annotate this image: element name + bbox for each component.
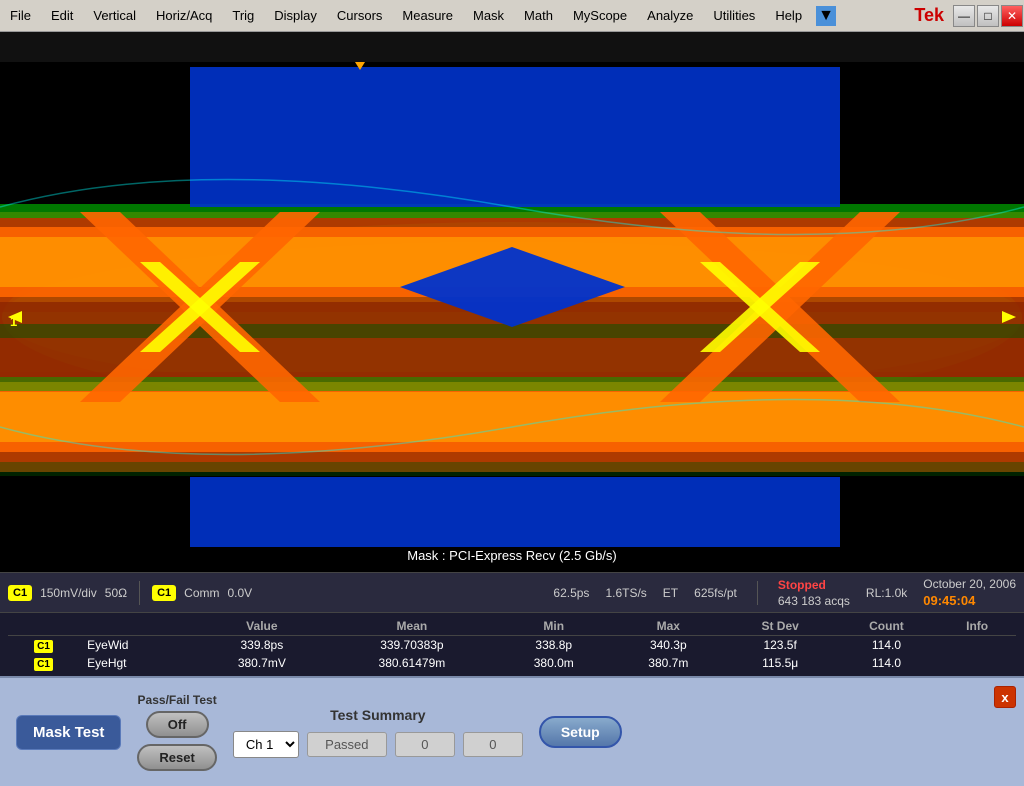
- ts-rate: 1.6TS/s: [605, 586, 646, 600]
- mask-label: Mask : PCI-Express Recv (2.5 Gb/s): [407, 548, 617, 563]
- pass-fail-title: Pass/Fail Test: [138, 693, 217, 707]
- eye-diagram: /* ticks rendered below */: [0, 32, 1024, 572]
- row2-mean: 380.61479m: [327, 654, 496, 672]
- close-button[interactable]: x: [994, 686, 1016, 708]
- row1-max: 340.3p: [611, 636, 726, 655]
- col-count: Count: [835, 617, 939, 636]
- bottom-panel: x Mask Test Pass/Fail Test Off Reset Tes…: [0, 676, 1024, 786]
- menu-utilities[interactable]: Utilities: [703, 4, 765, 27]
- test-summary-title: Test Summary: [330, 707, 425, 723]
- reset-button[interactable]: Reset: [137, 744, 216, 771]
- count-box-2: 0: [463, 732, 523, 757]
- ch1-badge-comm: C1: [152, 585, 176, 601]
- col-max: Max: [611, 617, 726, 636]
- col-name: [79, 617, 196, 636]
- menubar: File Edit Vertical Horiz/Acq Trig Displa…: [0, 0, 1024, 32]
- col-value: Value: [196, 617, 327, 636]
- stopped-text: Stopped: [778, 578, 850, 592]
- row1-name: EyeWid: [79, 636, 196, 655]
- ch1-scale: 150mV/div: [40, 586, 97, 600]
- row2-name: EyeHgt: [79, 654, 196, 672]
- window-minimize-button[interactable]: —: [953, 5, 975, 27]
- menu-horiz-acq[interactable]: Horiz/Acq: [146, 4, 222, 27]
- row1-info: [938, 636, 1016, 655]
- ch1-impedance: 50Ω: [105, 586, 127, 600]
- ch1-badge-left: C1: [8, 585, 32, 601]
- test-summary-row: Ch 1 Passed 0 0: [233, 731, 523, 758]
- menu-analyze[interactable]: Analyze: [637, 4, 703, 27]
- test-summary-section: Test Summary Ch 1 Passed 0 0: [233, 707, 523, 758]
- passed-badge: Passed: [307, 732, 387, 757]
- col-stdev: St Dev: [726, 617, 835, 636]
- mask-test-label: Mask Test: [16, 715, 121, 750]
- channel-select[interactable]: Ch 1: [233, 731, 299, 758]
- time-text: 09:45:04: [923, 593, 1016, 608]
- row1-stdev: 123.5f: [726, 636, 835, 655]
- row1-value: 339.8ps: [196, 636, 327, 655]
- col-mean: Mean: [327, 617, 496, 636]
- menu-file[interactable]: File: [0, 4, 41, 27]
- row2-min: 380.0m: [496, 654, 611, 672]
- sample-rate: 62.5ps: [553, 586, 589, 600]
- menu-myscope[interactable]: MyScope: [563, 4, 637, 27]
- measurements-table: Value Mean Min Max St Dev Count Info C1 …: [8, 617, 1016, 672]
- table-row: C1 EyeWid 339.8ps 339.70383p 338.8p 340.…: [8, 636, 1016, 655]
- row2-info: [938, 654, 1016, 672]
- menu-cursors[interactable]: Cursors: [327, 4, 393, 27]
- status-right: 62.5ps 1.6TS/s ET 625fs/pt Stopped 643 1…: [553, 577, 1016, 608]
- menu-vertical[interactable]: Vertical: [83, 4, 146, 27]
- col-info: Info: [938, 617, 1016, 636]
- row2-stdev: 115.5μ: [726, 654, 835, 672]
- date-time-block: October 20, 2006 09:45:04: [923, 577, 1016, 608]
- scope-display: // drawn inline below /* ticks rendered …: [0, 32, 1024, 572]
- row2-badge: C1: [8, 654, 79, 672]
- window-restore-button[interactable]: □: [977, 5, 999, 27]
- et-label: ET: [663, 586, 678, 600]
- col-min: Min: [496, 617, 611, 636]
- rl-text: RL:1.0k: [866, 586, 907, 600]
- row1-badge: C1: [8, 636, 79, 655]
- comm-label: Comm: [184, 586, 219, 600]
- menu-help[interactable]: Help: [765, 4, 812, 27]
- row2-max: 380.7m: [611, 654, 726, 672]
- menu-mask[interactable]: Mask: [463, 4, 514, 27]
- acquisitions-text: 643 183 acqs: [778, 594, 850, 608]
- row2-count: 114.0: [835, 654, 939, 672]
- table-row: C1 EyeHgt 380.7mV 380.61479m 380.0m 380.…: [8, 654, 1016, 672]
- row1-min: 338.8p: [496, 636, 611, 655]
- row2-value: 380.7mV: [196, 654, 327, 672]
- comm-value: 0.0V: [228, 586, 253, 600]
- status-divider-2: [757, 581, 758, 605]
- status-bar: C1 150mV/div 50Ω C1 Comm 0.0V 62.5ps 1.6…: [0, 572, 1024, 612]
- off-button[interactable]: Off: [146, 711, 209, 738]
- setup-button[interactable]: Setup: [539, 716, 622, 748]
- col-badge: [8, 617, 79, 636]
- scope-status-block: Stopped 643 183 acqs: [778, 578, 850, 608]
- count-box-1: 0: [395, 732, 455, 757]
- menu-edit[interactable]: Edit: [41, 4, 83, 27]
- tek-logo: Tek: [906, 5, 952, 26]
- window-close-button[interactable]: ✕: [1001, 5, 1023, 27]
- pass-fail-section: Pass/Fail Test Off Reset: [137, 693, 216, 771]
- menu-dropdown-arrow[interactable]: ▼: [816, 6, 836, 26]
- row1-mean: 339.70383p: [327, 636, 496, 655]
- status-divider-1: [139, 581, 140, 605]
- row1-count: 114.0: [835, 636, 939, 655]
- menu-trig[interactable]: Trig: [222, 4, 264, 27]
- menu-display[interactable]: Display: [264, 4, 327, 27]
- et-value: 625fs/pt: [694, 586, 737, 600]
- date-text: October 20, 2006: [923, 577, 1016, 591]
- measurements-panel: Value Mean Min Max St Dev Count Info C1 …: [0, 612, 1024, 676]
- menu-math[interactable]: Math: [514, 4, 563, 27]
- menu-measure[interactable]: Measure: [392, 4, 463, 27]
